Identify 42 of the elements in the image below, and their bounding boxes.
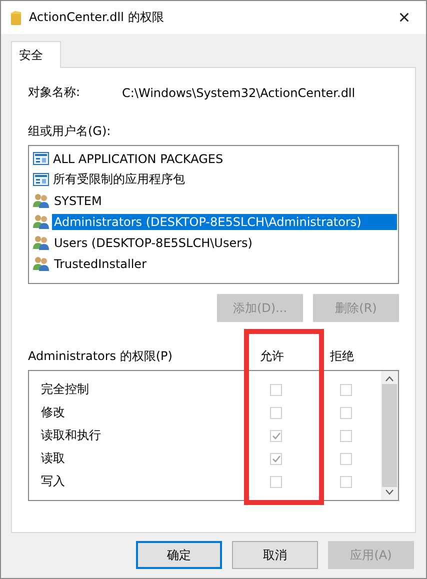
list-item[interactable]: ALL APPLICATION PACKAGES (51, 150, 397, 166)
users-icon (33, 256, 50, 271)
users-icon (33, 235, 50, 250)
window-title: ActionCenter.dll 的权限 (29, 9, 165, 26)
checkbox[interactable] (340, 476, 352, 488)
package-icon (33, 172, 49, 187)
list-item[interactable]: 所有受限制的应用程序包 (51, 170, 397, 189)
users-icon (33, 214, 50, 229)
column-header: 允许 (259, 348, 285, 365)
scroll-up-icon[interactable] (385, 376, 394, 382)
permission-name: 读取和执行 (41, 427, 102, 444)
checkbox[interactable] (270, 476, 282, 488)
checkbox[interactable] (340, 452, 352, 464)
checkbox[interactable] (270, 406, 282, 418)
checkbox[interactable] (270, 384, 282, 396)
users-icon (33, 193, 50, 208)
scroll-down-icon[interactable] (385, 489, 394, 495)
object-name-label: 对象名称: (28, 84, 82, 101)
dialog-button[interactable]: 取消 (232, 541, 318, 569)
package-icon (33, 151, 49, 166)
list-item[interactable]: TrustedInstaller (52, 256, 397, 272)
checkbox[interactable] (270, 430, 282, 442)
checkbox[interactable] (340, 406, 352, 418)
permission-name: 读取 (41, 450, 66, 467)
groups-label: 组或用户名(G): (28, 123, 112, 140)
checkbox[interactable] (340, 430, 352, 442)
column-header: 拒绝 (329, 348, 355, 365)
tab[interactable]: 安全 (11, 41, 61, 68)
folder-icon (11, 10, 21, 24)
checkbox[interactable] (270, 452, 282, 464)
close-button[interactable]: × (394, 8, 414, 28)
permissions-label: Administrators 的权限(P) (28, 348, 174, 365)
list-item[interactable]: Administrators (DESKTOP-8E5SLCH\Administrators) (52, 214, 397, 230)
permission-name: 写入 (41, 473, 66, 490)
list-item[interactable]: Users (DESKTOP-8E5SLCH\Users) (52, 234, 397, 250)
dialog-button[interactable]: 确定 (136, 541, 222, 569)
checkbox[interactable] (340, 384, 352, 396)
list-item[interactable]: SYSTEM (52, 192, 397, 208)
permission-name: 完全控制 (41, 381, 90, 398)
object-path: C:\Windows\System32\ActionCenter.dll (122, 86, 356, 100)
scrollbar[interactable] (381, 371, 398, 500)
permission-name: 修改 (41, 404, 66, 421)
